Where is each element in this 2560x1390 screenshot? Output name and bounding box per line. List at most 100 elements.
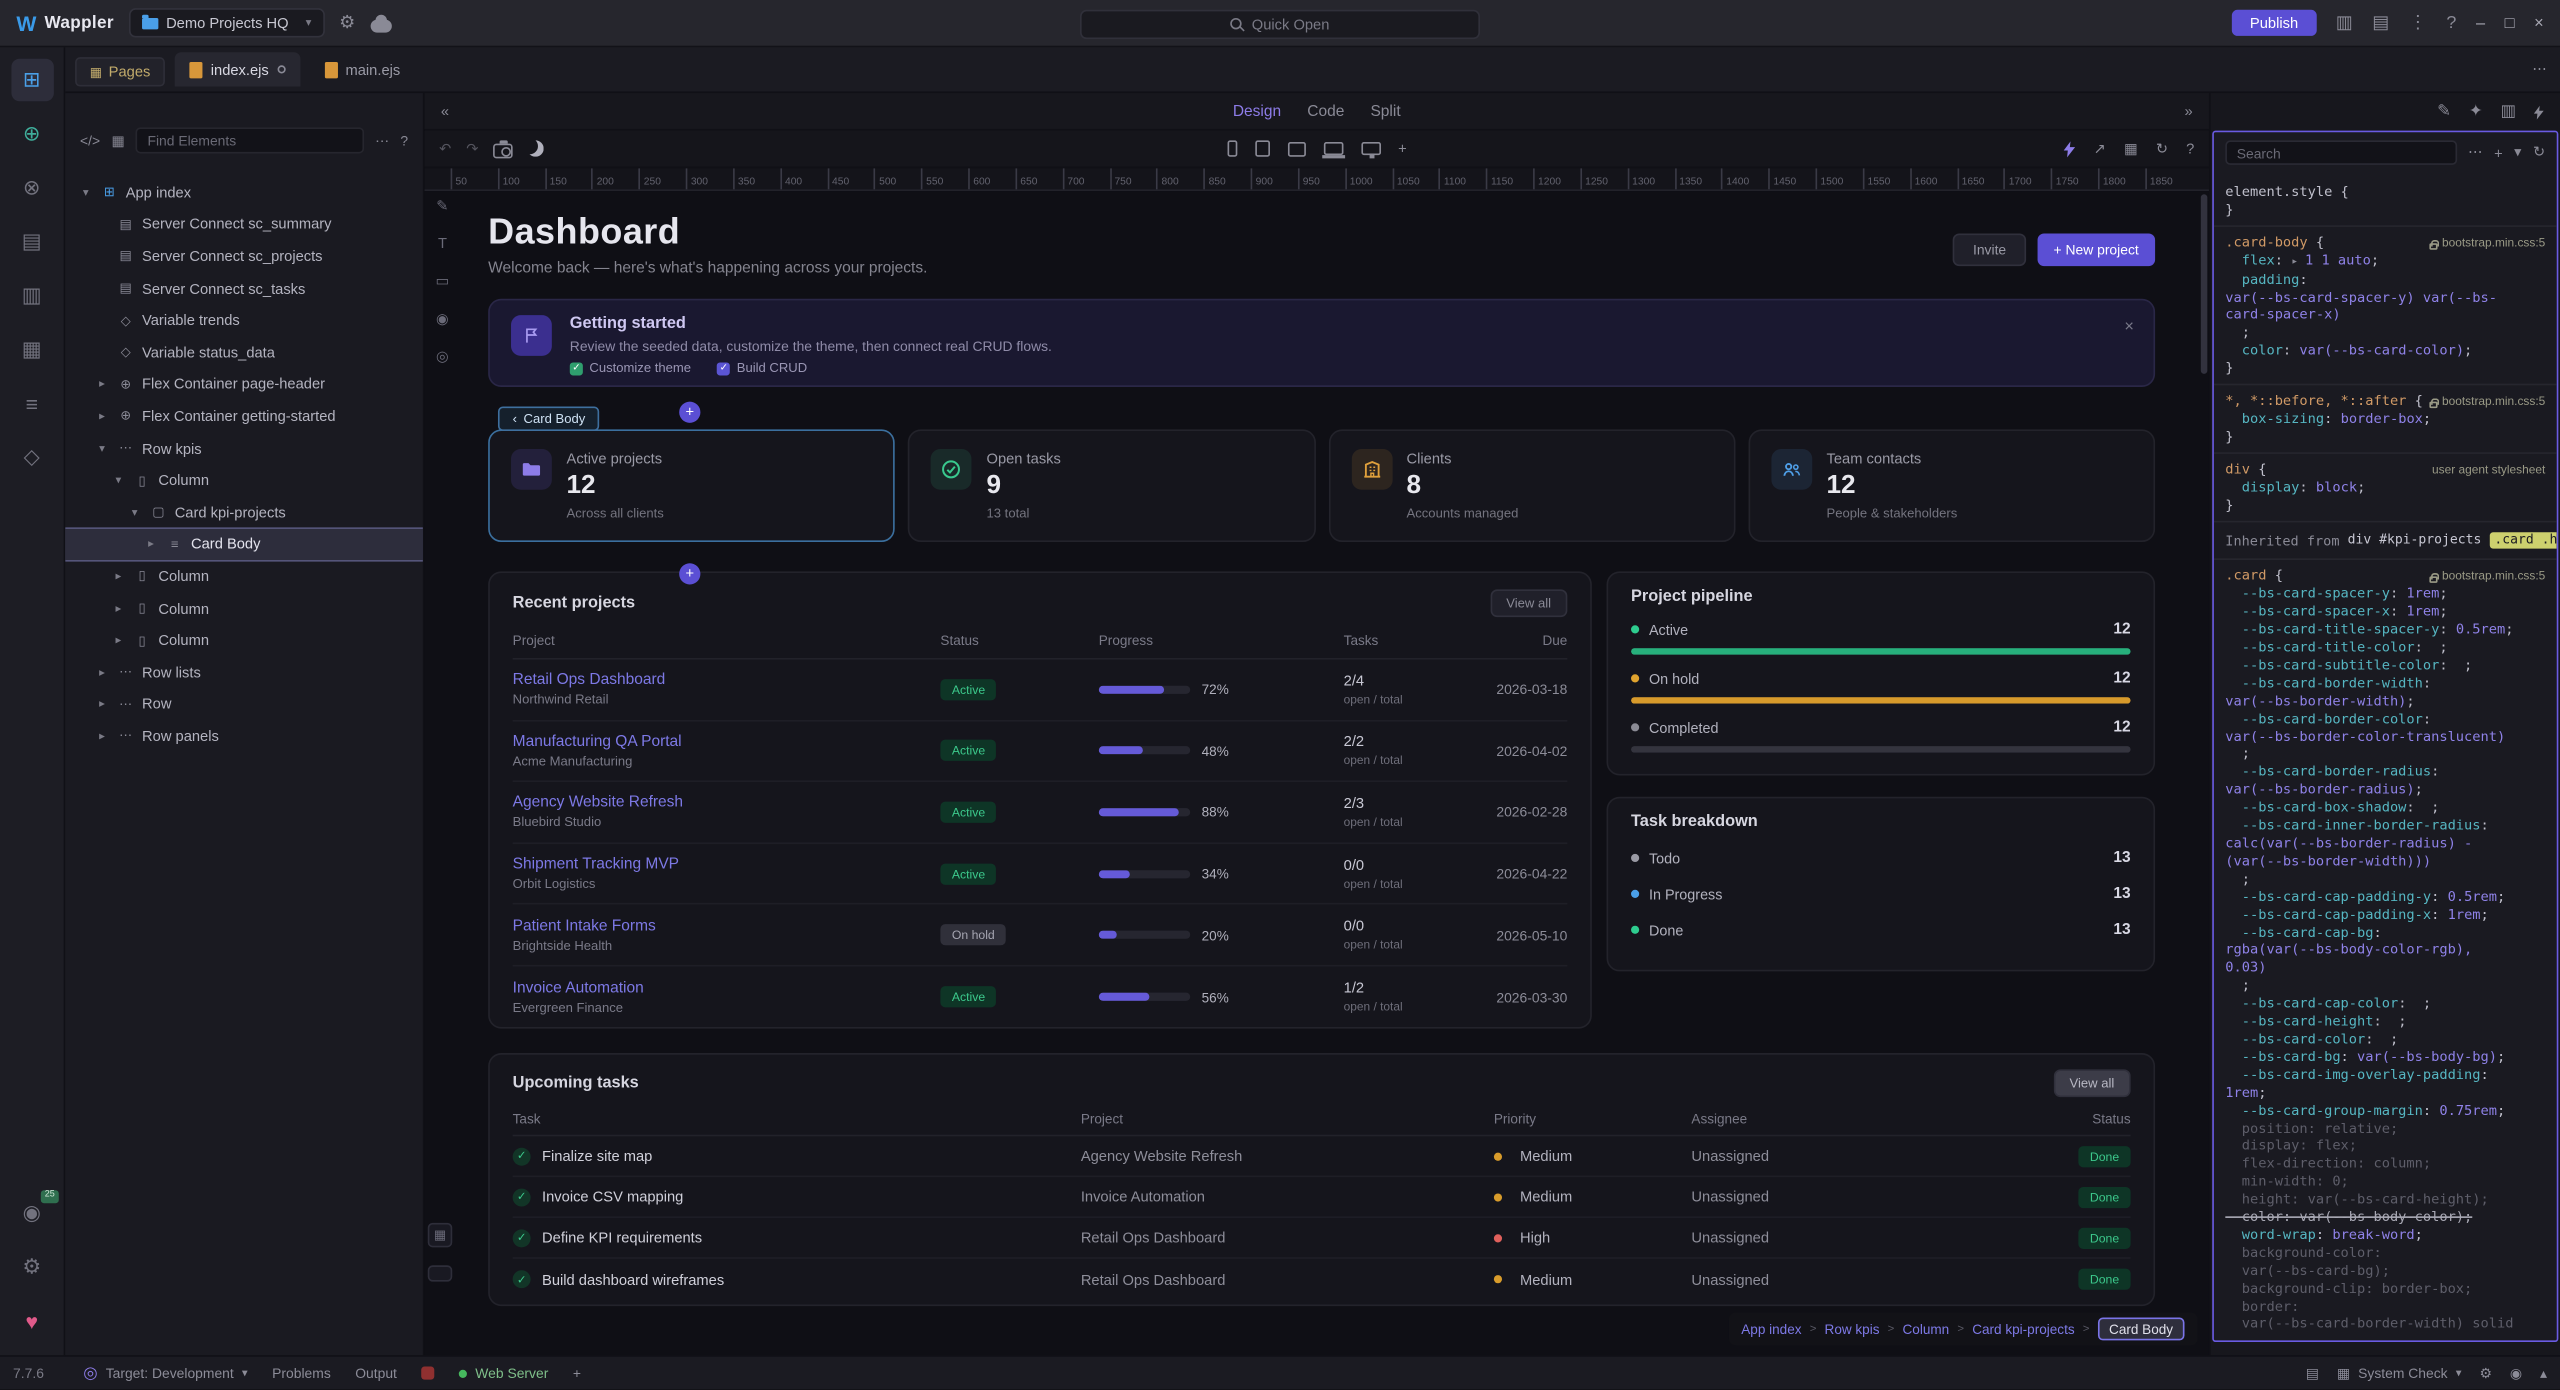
tab-overflow-icon[interactable]: ⋯ xyxy=(2532,60,2547,78)
chevron-down-icon[interactable]: ▾ xyxy=(111,474,126,487)
record-indicator-icon[interactable] xyxy=(421,1367,434,1380)
output-button[interactable]: Output xyxy=(355,1365,397,1381)
settings-icon[interactable]: ⚙ xyxy=(11,1246,53,1288)
chevron-down-icon[interactable]: ▾ xyxy=(95,442,110,455)
panel-layout-icon[interactable]: ▥ xyxy=(2500,103,2515,121)
chevron-right-icon[interactable]: ▸ xyxy=(111,570,126,583)
canvas-scrollbar[interactable] xyxy=(2201,191,2208,1355)
close-button[interactable]: × xyxy=(2534,14,2544,32)
chevron-right-icon[interactable]: ▸ xyxy=(111,634,126,647)
stylesheet-ref[interactable]: user agent stylesheet xyxy=(2432,462,2545,480)
device-tablet-landscape-icon[interactable] xyxy=(1287,141,1305,156)
chevron-up-icon[interactable]: ▴ xyxy=(2540,1364,2547,1382)
stylesheet-ref[interactable]: bootstrap.min.css:5 xyxy=(2429,569,2545,587)
tree-item[interactable]: ◇Variable status_data xyxy=(65,336,423,368)
check-item-build-crud[interactable]: ✓ Build CRUD xyxy=(717,361,807,376)
view-all-button[interactable]: View all xyxy=(2053,1069,2130,1097)
share-icon[interactable]: ↗ xyxy=(2094,140,2106,158)
chevron-down-icon[interactable]: ▾ xyxy=(127,506,142,519)
pages-icon[interactable]: ⊞ xyxy=(11,59,53,101)
new-project-button[interactable]: + New project xyxy=(2037,233,2155,266)
chevron-right-icon[interactable]: ▸ xyxy=(95,378,110,391)
scrollbar-thumb[interactable] xyxy=(2201,194,2208,374)
tree-item[interactable]: ▸⋯Row xyxy=(65,688,423,720)
device-phone-icon[interactable] xyxy=(1227,140,1237,156)
chevron-right-icon[interactable]: ▸ xyxy=(95,666,110,679)
kpi-card[interactable]: Open tasks913 total xyxy=(908,429,1315,542)
tree-item[interactable]: ▾⊞App index xyxy=(65,176,423,208)
pages-button[interactable]: ▦ Pages xyxy=(75,57,165,86)
undo-icon[interactable]: ↶ xyxy=(439,140,451,158)
table-row[interactable]: Manufacturing QA PortalAcme Manufacturin… xyxy=(513,721,1568,782)
chevron-right-icon[interactable]: ▸ xyxy=(111,602,126,615)
project-link[interactable]: Shipment Tracking MVP xyxy=(513,856,941,874)
workflows-icon[interactable]: ⊕ xyxy=(11,113,53,155)
modified-dot-icon[interactable] xyxy=(277,65,285,73)
database-icon[interactable]: ▤ xyxy=(11,220,53,262)
minimize-button[interactable]: – xyxy=(2476,14,2485,32)
tree-item[interactable]: ◇Variable trends xyxy=(65,304,423,336)
tab-split[interactable]: Split xyxy=(1370,102,1400,120)
task-row[interactable]: ✓Build dashboard wireframesRetail Ops Da… xyxy=(513,1259,2131,1300)
task-row[interactable]: ✓Define KPI requirementsRetail Ops Dashb… xyxy=(513,1218,2131,1259)
project-link[interactable]: Agency Website Refresh xyxy=(513,794,941,812)
tree-item[interactable]: ▾▢Card kpi-projects xyxy=(65,496,423,528)
tree-item[interactable]: ▸▯Column xyxy=(65,560,423,592)
tree-item[interactable]: ▸≡Card Body xyxy=(65,528,423,560)
kpi-card[interactable]: Team contacts12People & stakeholders xyxy=(1748,429,2155,542)
text-tool-icon[interactable]: T xyxy=(431,232,454,255)
settings-gear-icon[interactable]: ⚙ xyxy=(339,14,355,32)
redo-icon[interactable]: ↷ xyxy=(466,140,478,158)
tree-item[interactable]: ▸▯Column xyxy=(65,624,423,656)
tab-main-ejs[interactable]: main.ejs xyxy=(310,52,415,86)
theme-tool-icon[interactable]: ◉ xyxy=(431,307,454,330)
problems-button[interactable]: Problems xyxy=(272,1365,331,1381)
add-rule-icon[interactable]: + xyxy=(2494,144,2503,160)
server-icon[interactable]: ▥ xyxy=(11,274,53,316)
refresh-icon[interactable]: ↻ xyxy=(2533,144,2545,162)
chevron-down-icon[interactable]: ▾ xyxy=(2514,144,2521,162)
invite-button[interactable]: Invite xyxy=(1953,233,2025,266)
layout-panels-icon[interactable]: ▤ xyxy=(2372,14,2389,32)
settings-gear-icon[interactable]: ⚙ xyxy=(2479,1364,2491,1382)
kpi-card[interactable]: Clients8Accounts managed xyxy=(1328,429,1735,542)
task-row[interactable]: ✓Finalize site mapAgency Website Refresh… xyxy=(513,1136,2131,1177)
chevron-right-icon[interactable]: ▸ xyxy=(95,730,110,743)
refresh-icon[interactable]: ↻ xyxy=(2156,140,2168,158)
filter-icon[interactable]: ⋯ xyxy=(2468,144,2483,162)
breadcrumb-link[interactable]: Card kpi-projects xyxy=(1972,1321,2074,1337)
pro-icon[interactable]: ♥ xyxy=(11,1300,53,1342)
tree-item[interactable]: ▸⊕Flex Container getting-started xyxy=(65,400,423,432)
grid-overlay-icon[interactable]: ▦ xyxy=(2124,140,2138,158)
view-all-button[interactable]: View all xyxy=(1490,589,1567,617)
target-selector[interactable]: ◎ Target: Development ▾ xyxy=(83,1364,247,1382)
project-link[interactable]: Retail Ops Dashboard xyxy=(513,672,941,690)
layers-icon[interactable]: ≡ xyxy=(11,382,53,424)
edit-tool-icon[interactable]: ✎ xyxy=(431,194,454,217)
insert-after-button[interactable]: + xyxy=(679,563,700,584)
device-custom-icon[interactable]: + xyxy=(1398,140,1407,156)
layout-columns-icon[interactable]: ▥ xyxy=(2336,14,2353,32)
layout-icon[interactable]: ▤ xyxy=(2306,1364,2319,1382)
table-row[interactable]: Invoice AutomationEvergreen FinanceActiv… xyxy=(513,966,1568,1027)
code-view-icon[interactable]: </> xyxy=(80,132,100,148)
help-icon[interactable]: ? xyxy=(400,132,408,148)
swatch-tool-icon[interactable]: ▭ xyxy=(431,269,454,292)
collapse-right-icon[interactable]: » xyxy=(2184,103,2192,119)
notifications-icon[interactable]: ◉ xyxy=(2510,1364,2522,1382)
connections-icon[interactable]: ⊗ xyxy=(11,167,53,209)
selected-element-tag[interactable]: ‹ Card Body xyxy=(498,407,600,431)
stylesheet-ref[interactable]: bootstrap.min.css:5 xyxy=(2429,235,2545,253)
magic-icon[interactable]: ✦ xyxy=(2469,103,2483,121)
table-row[interactable]: Retail Ops DashboardNorthwind RetailActi… xyxy=(513,660,1568,721)
tab-index-ejs[interactable]: index.ejs xyxy=(175,52,300,86)
help-icon[interactable]: ? xyxy=(2446,14,2456,32)
add-panel-button[interactable]: + xyxy=(573,1365,581,1381)
close-icon[interactable]: × xyxy=(2124,318,2134,336)
tree-item[interactable]: ▸▯Column xyxy=(65,592,423,624)
screenshot-camera-icon[interactable] xyxy=(493,143,513,158)
visibility-tool-icon[interactable]: ◎ xyxy=(431,344,454,367)
quick-open-search[interactable]: Quick Open xyxy=(1080,9,1480,38)
more-options-icon[interactable]: ⋯ xyxy=(375,131,389,149)
edit-icon[interactable]: ✎ xyxy=(2437,103,2451,121)
